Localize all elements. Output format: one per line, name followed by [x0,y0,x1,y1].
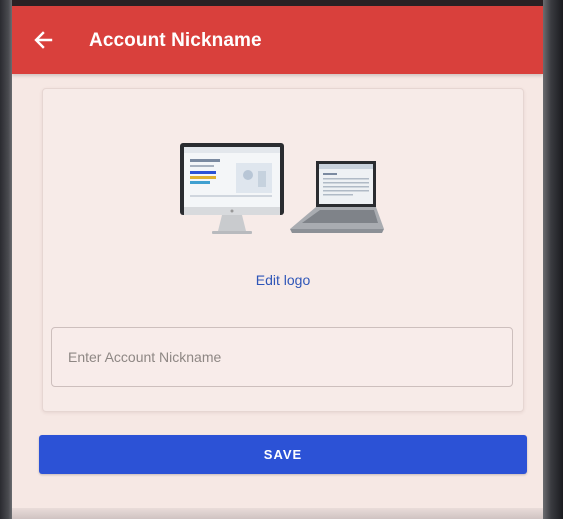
account-logo-image [178,141,388,251]
back-arrow-icon[interactable] [32,29,54,51]
account-card: Edit logo [42,88,524,412]
app-bar: Account Nickname [12,0,543,74]
app-screen: Account Nickname Edit logo Enter Account… [12,0,543,519]
save-button[interactable]: SAVE [39,435,527,474]
page-title: Account Nickname [89,30,262,51]
account-nickname-input[interactable] [51,327,513,387]
screen-bottom-edge [12,508,543,519]
edit-logo-link[interactable]: Edit logo [43,272,523,288]
device-bezel-right [543,0,563,519]
device-bezel-left [0,0,12,519]
status-bar [12,0,543,6]
